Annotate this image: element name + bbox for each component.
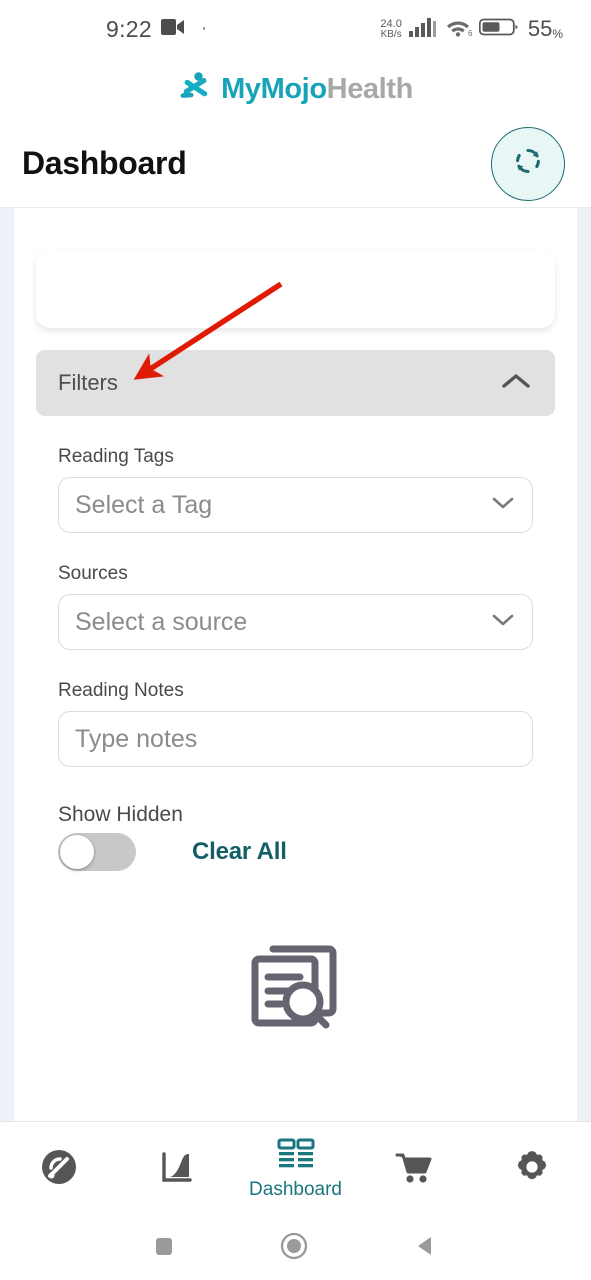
status-time: 9:22 — [106, 15, 152, 42]
video-camera-icon — [160, 18, 185, 40]
brand-my: My — [221, 72, 261, 105]
document-search-icon — [241, 933, 351, 1038]
status-dot: · — [200, 18, 208, 39]
phone-screen: 9:22 · 24.0 KB/s 6 55% MyMojoHealth Dash… — [0, 0, 591, 1280]
reading-notes-placeholder: Type notes — [75, 724, 198, 753]
scroll-container[interactable]: Readings Filters Reading Tags Select a T… — [0, 208, 591, 1121]
sync-refresh-icon — [508, 141, 548, 186]
triangle-back-icon — [413, 1233, 439, 1264]
status-bar-right: 24.0 KB/s 6 55% — [380, 16, 563, 42]
page-title: Dashboard — [22, 145, 187, 181]
shopping-cart-icon — [392, 1146, 436, 1193]
battery-percent: 55% — [527, 16, 563, 41]
show-hidden-row: Show Hidden Clear All — [36, 803, 555, 871]
dashboard-grid-icon — [275, 1138, 317, 1177]
filters-toggle-bar[interactable]: Filters — [36, 350, 555, 416]
area-chart-icon — [156, 1146, 198, 1193]
field-label-reading-tags: Reading Tags — [58, 446, 174, 467]
field-label-reading-notes: Reading Notes — [58, 680, 184, 701]
nav-item-cart[interactable] — [355, 1146, 473, 1193]
network-speed-indicator: 24.0 KB/s — [380, 17, 402, 40]
cellular-signal-icon — [408, 17, 437, 42]
nav-item-chart[interactable] — [118, 1146, 236, 1193]
field-sources: Sources Select a source — [36, 563, 555, 650]
brand-logo: MyMojoHealth — [178, 69, 413, 110]
sources-dropdown[interactable]: Select a source — [58, 594, 533, 650]
show-hidden-toggle[interactable] — [58, 833, 136, 871]
chevron-down-icon — [490, 494, 516, 517]
nav-item-settings[interactable] — [473, 1146, 591, 1193]
brand-header: MyMojoHealth — [0, 58, 591, 120]
back-button[interactable] — [413, 1233, 439, 1264]
field-reading-tags: Reading Tags Select a Tag — [36, 446, 555, 533]
home-button[interactable] — [279, 1231, 309, 1266]
android-navigation-bar — [0, 1216, 591, 1280]
square-recents-icon — [152, 1234, 176, 1263]
network-speed-unit: KB/s — [380, 28, 402, 40]
brand-name: MyMojoHealth — [221, 73, 413, 106]
recents-button[interactable] — [152, 1234, 176, 1263]
reading-tags-value: Select a Tag — [75, 490, 213, 519]
speedometer-gauge-icon — [38, 1146, 80, 1193]
gear-settings-icon — [511, 1146, 553, 1193]
page-header: Dashboard — [0, 120, 591, 208]
network-speed-value: 24.0 — [380, 17, 402, 30]
nav-item-gauge[interactable] — [0, 1146, 118, 1193]
brand-mojo: Mojo — [260, 72, 327, 105]
chevron-up-icon — [499, 370, 533, 397]
field-label-sources: Sources — [58, 563, 128, 584]
battery-icon — [478, 17, 519, 42]
refresh-button[interactable] — [491, 126, 565, 201]
field-reading-notes: Reading Notes Type notes — [36, 680, 555, 767]
reading-tags-dropdown[interactable]: Select a Tag — [58, 477, 533, 533]
previous-card-partial — [36, 250, 555, 328]
nav-item-dashboard[interactable]: Dashboard — [236, 1138, 354, 1201]
chevron-down-icon — [490, 611, 516, 634]
sources-value: Select a source — [75, 607, 248, 636]
reading-notes-input-wrapper[interactable]: Type notes — [58, 711, 533, 767]
clear-all-button[interactable]: Clear All — [192, 838, 287, 866]
empty-state — [36, 933, 555, 1038]
toggle-knob — [60, 835, 94, 869]
nav-label-dashboard: Dashboard — [249, 1178, 342, 1200]
readings-panel: Readings Filters Reading Tags Select a T… — [14, 250, 577, 1121]
svg-text:6: 6 — [468, 29, 472, 37]
show-hidden-label: Show Hidden — [58, 803, 183, 826]
bottom-navigation: Dashboard — [0, 1121, 591, 1216]
status-bar: 9:22 · 24.0 KB/s 6 55% — [0, 0, 591, 58]
status-bar-left: 9:22 · — [106, 16, 207, 43]
running-person-logo-icon — [178, 69, 214, 110]
wifi-6-icon: 6 — [444, 17, 473, 42]
brand-health: Health — [326, 72, 414, 105]
filters-label: Filters — [58, 370, 118, 395]
circle-home-icon — [279, 1231, 309, 1266]
